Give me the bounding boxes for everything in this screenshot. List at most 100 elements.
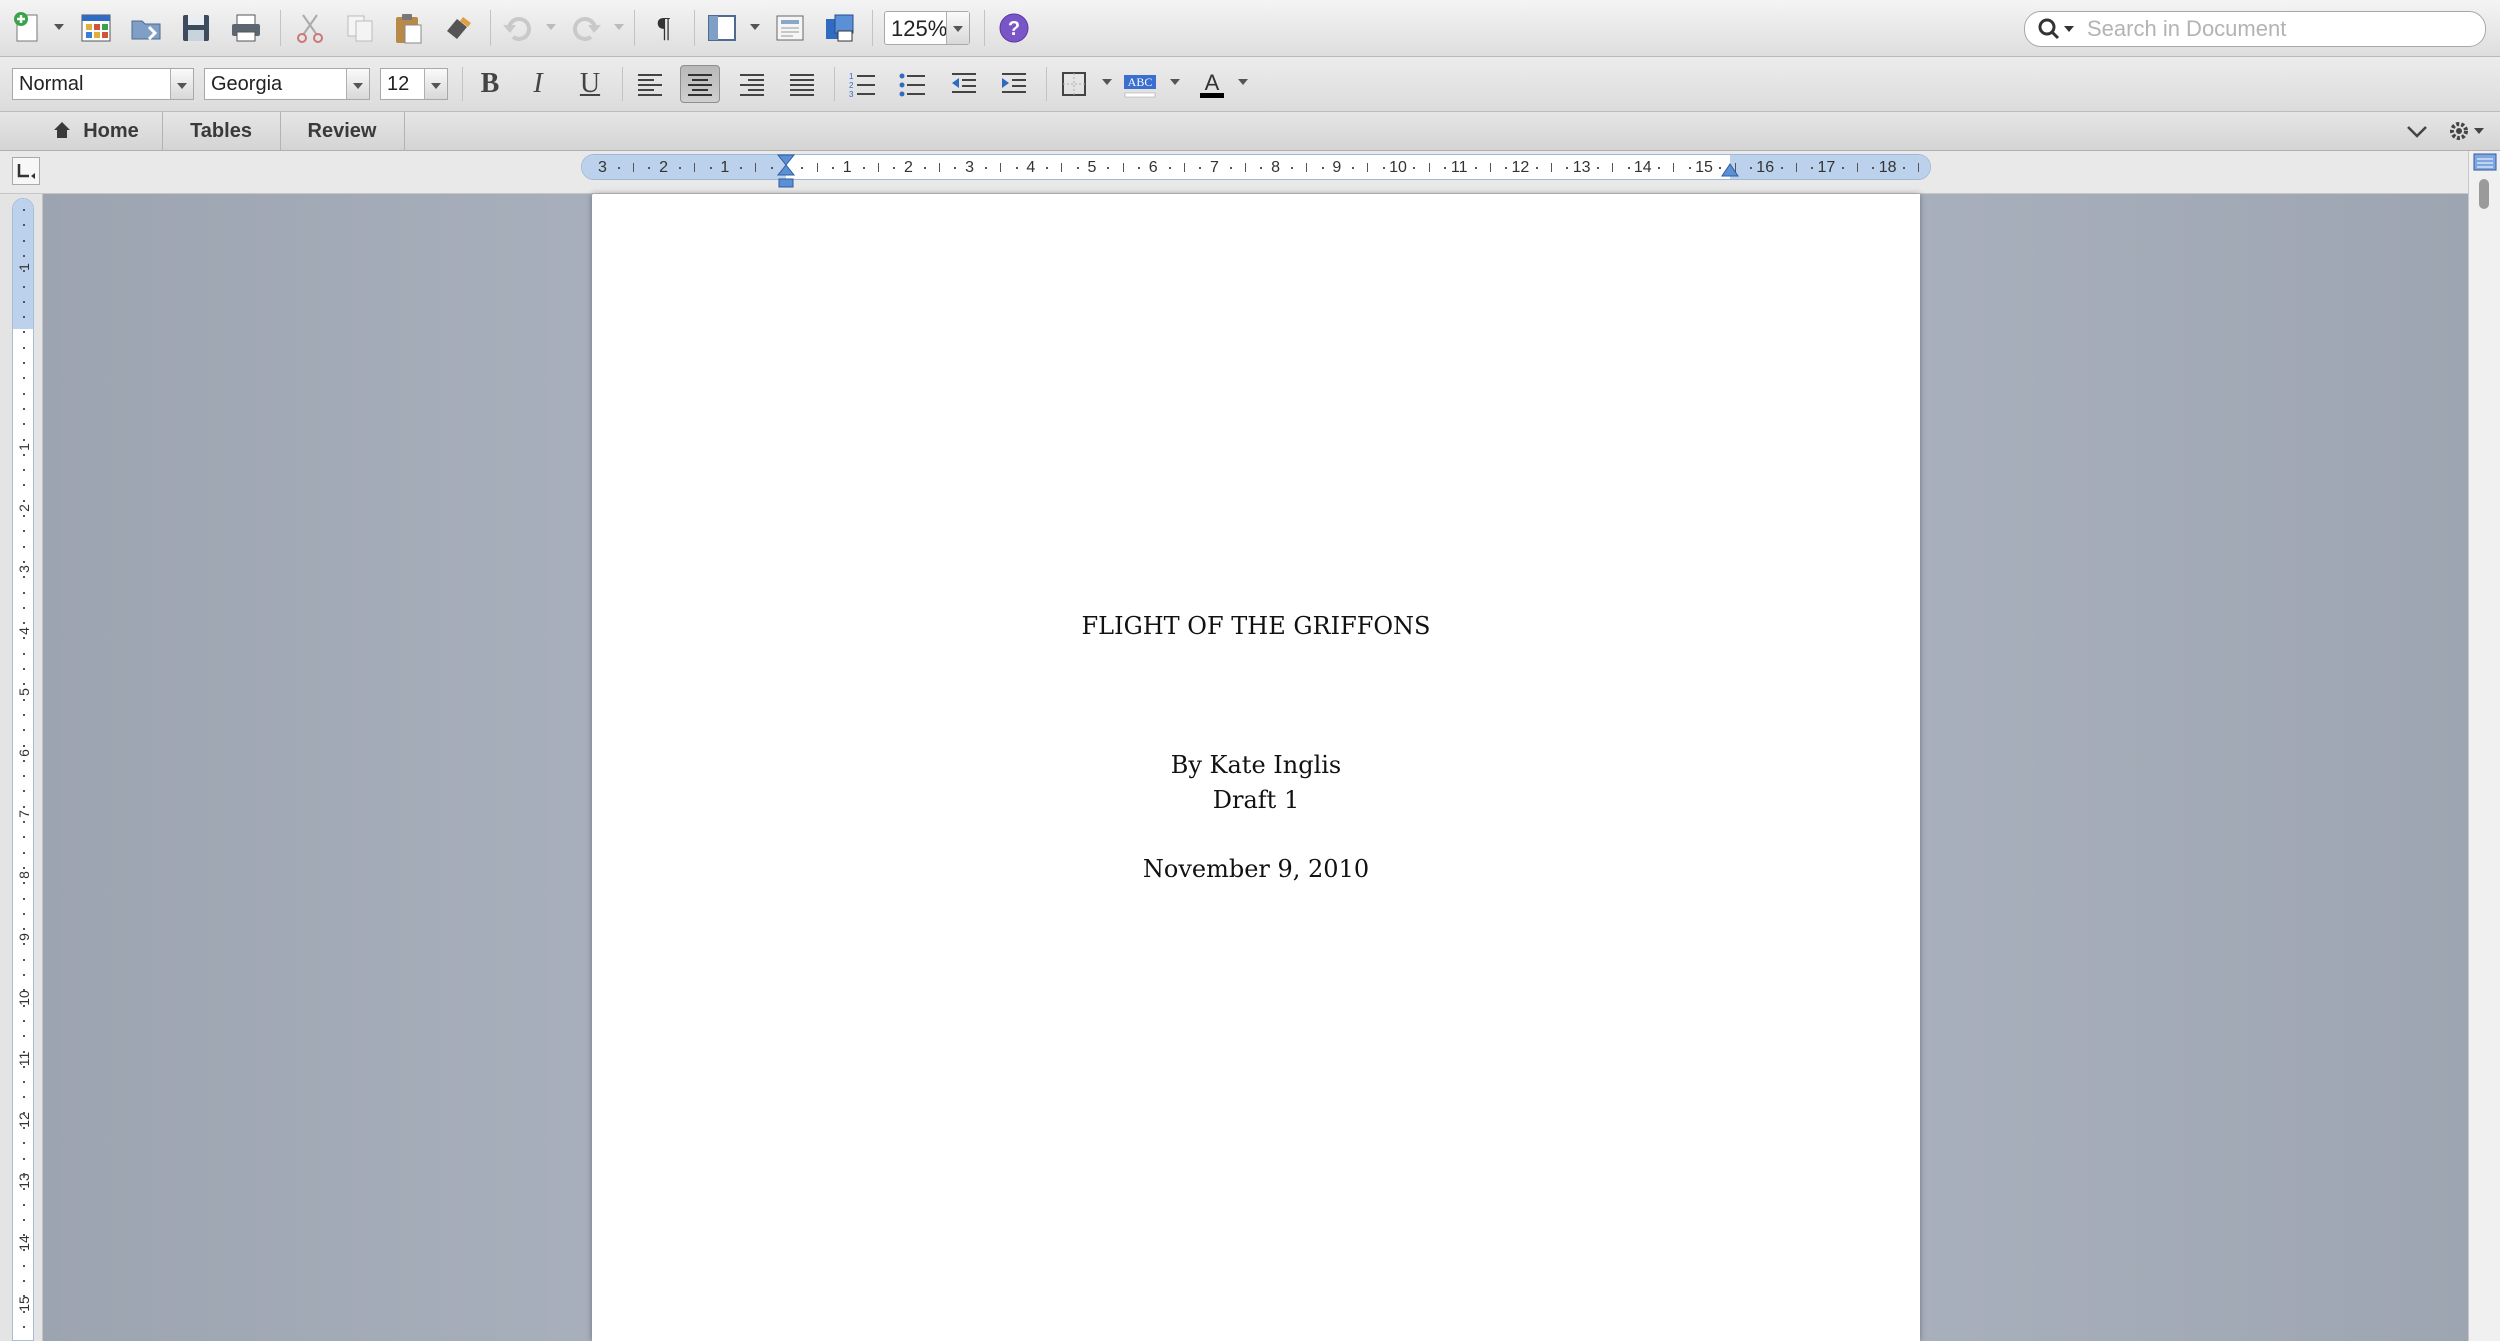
new-document-button[interactable] <box>8 8 48 48</box>
underline-button[interactable]: U <box>570 65 610 103</box>
document-page[interactable]: FLIGHT OF THE GRIFFONS By Kate Inglis Dr… <box>592 194 1920 1341</box>
style-value: Normal <box>19 73 84 95</box>
tab-review[interactable]: Review <box>280 112 405 150</box>
borders-button[interactable] <box>1054 65 1094 103</box>
justify-button[interactable] <box>782 65 822 103</box>
gear-icon <box>2450 122 2484 140</box>
tab-stop-selector[interactable] <box>12 157 40 185</box>
font-combo[interactable]: Georgia <box>204 68 370 100</box>
ruler-tick <box>1749 167 1752 169</box>
align-center-button[interactable] <box>680 65 720 103</box>
document-title[interactable]: FLIGHT OF THE GRIFFONS <box>592 612 1920 640</box>
redo-icon <box>573 17 601 41</box>
gallery-button[interactable] <box>770 8 810 48</box>
highlight-button[interactable]: ABC <box>1120 65 1160 103</box>
ruler-tick <box>1046 167 1049 169</box>
vertical-ruler-number: 14 <box>16 1234 32 1251</box>
ruler-tick <box>939 163 940 172</box>
ruler-number: 5 <box>1087 159 1097 176</box>
ruler-tick <box>1367 163 1369 172</box>
vertical-ruler-tick <box>23 392 25 395</box>
vertical-ruler-tick <box>23 683 25 686</box>
chevron-down-icon <box>2407 126 2427 138</box>
vertical-ruler-tick <box>23 270 25 273</box>
align-right-button[interactable] <box>732 65 772 103</box>
zoom-combo[interactable]: 125% <box>884 11 970 45</box>
undo-button[interactable] <box>498 8 538 48</box>
vertical-ruler[interactable]: 112345678910111213141516 <box>12 198 34 1341</box>
open-button[interactable] <box>126 8 166 48</box>
ribbon-settings-button[interactable] <box>2446 118 2490 144</box>
ruler-tick <box>1168 167 1171 169</box>
first-line-indent-marker[interactable] <box>776 154 796 192</box>
italic-button[interactable]: I <box>518 65 558 103</box>
font-color-dropdown-arrow[interactable] <box>1238 79 1248 85</box>
italic-label: I <box>533 68 543 99</box>
search-box[interactable] <box>2024 11 2486 47</box>
highlight-dropdown-arrow[interactable] <box>1170 79 1180 85</box>
numbered-list-button[interactable]: 123 <box>842 65 882 103</box>
zoom-dropdown-arrow[interactable] <box>946 12 969 44</box>
template-gallery-button[interactable] <box>76 8 116 48</box>
vertical-ruler-tick <box>23 499 25 502</box>
ruler-number: 15 <box>1695 159 1713 176</box>
vertical-ruler-tick <box>23 1157 25 1160</box>
view-mode-icon[interactable] <box>2471 151 2499 173</box>
copy-button[interactable] <box>340 8 380 48</box>
style-dropdown-arrow[interactable] <box>170 69 193 99</box>
save-button[interactable] <box>176 8 216 48</box>
font-size-dropdown-arrow[interactable] <box>424 69 447 99</box>
vertical-ruler-tick <box>23 591 25 594</box>
font-dropdown-arrow[interactable] <box>346 69 369 99</box>
undo-dropdown-arrow[interactable] <box>546 24 556 30</box>
tab-tables[interactable]: Tables <box>162 112 281 150</box>
ruler-tick <box>1076 167 1079 169</box>
scrollbar-thumb[interactable] <box>2479 179 2489 209</box>
align-left-icon <box>638 74 662 96</box>
search-input[interactable] <box>2085 14 2479 44</box>
justify-icon <box>790 74 814 96</box>
font-size-combo[interactable]: 12 <box>380 68 448 100</box>
ruler-tick <box>1061 163 1063 172</box>
toolbar-separator <box>1046 67 1047 101</box>
vertical-ruler-tick <box>23 1172 25 1175</box>
vertical-ruler-tick <box>23 897 25 900</box>
paste-icon <box>396 14 422 44</box>
cut-button[interactable] <box>290 8 330 48</box>
ruler-tick <box>801 167 804 169</box>
bulleted-list-button[interactable] <box>892 65 932 103</box>
print-icon <box>232 14 260 42</box>
bold-button[interactable]: B <box>470 65 510 103</box>
tab-home[interactable]: Home <box>30 112 163 150</box>
ruler-number: 3 <box>965 159 975 176</box>
sidebar-dropdown-arrow[interactable] <box>750 24 760 30</box>
font-color-button[interactable]: A <box>1192 65 1232 103</box>
document-author[interactable]: By Kate Inglis <box>592 751 1920 779</box>
style-combo[interactable]: Normal <box>12 68 194 100</box>
show-formatting-button[interactable]: ¶ <box>644 8 684 48</box>
right-indent-marker[interactable] <box>1720 154 1740 180</box>
format-painter-button[interactable] <box>438 8 478 48</box>
vertical-scrollbar[interactable] <box>2468 151 2500 1341</box>
redo-button[interactable] <box>566 8 606 48</box>
vertical-ruler-tick <box>23 698 25 701</box>
paste-button[interactable] <box>388 8 428 48</box>
align-left-button[interactable] <box>630 65 670 103</box>
help-button[interactable]: ? <box>994 8 1034 48</box>
vertical-ruler-tick <box>23 851 25 854</box>
redo-dropdown-arrow[interactable] <box>614 24 624 30</box>
ruler-tick <box>831 167 834 169</box>
document-draft[interactable]: Draft 1 <box>592 786 1920 814</box>
print-button[interactable] <box>226 8 266 48</box>
sidebar-button[interactable] <box>702 8 742 48</box>
vertical-ruler-number: 11 <box>16 1051 32 1067</box>
toolbox-button[interactable] <box>820 8 860 48</box>
increase-indent-button[interactable] <box>994 65 1034 103</box>
collapse-ribbon-button[interactable] <box>2404 120 2430 142</box>
new-dropdown-arrow[interactable] <box>54 24 64 30</box>
decrease-indent-button[interactable] <box>944 65 984 103</box>
document-date[interactable]: November 9, 2010 <box>592 855 1920 883</box>
ruler-tick <box>694 163 696 172</box>
search-icon <box>2038 18 2074 40</box>
borders-dropdown-arrow[interactable] <box>1102 79 1112 85</box>
